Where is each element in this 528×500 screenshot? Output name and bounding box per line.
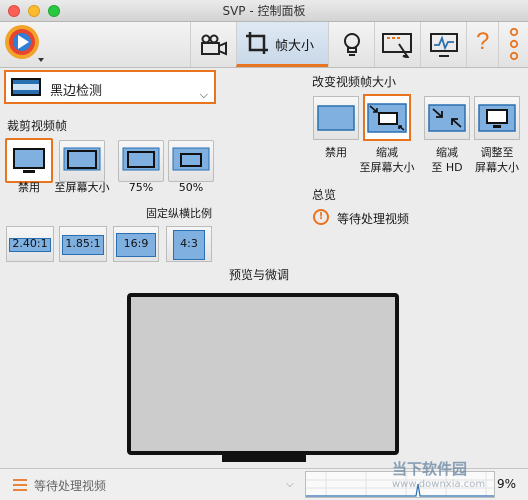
lightbulb-icon xyxy=(343,32,360,56)
resize-option-shrink-screen[interactable] xyxy=(363,94,411,141)
svp-logo-icon[interactable] xyxy=(2,22,48,66)
resize-disabled-icon xyxy=(317,105,355,131)
resize-option-fit-screen[interactable] xyxy=(474,96,520,140)
video-camera-icon xyxy=(200,34,227,56)
watermark-url: www.downxia.com xyxy=(392,479,486,490)
ratio-16-9-label: 16:9 xyxy=(123,237,149,250)
letterbox-icon xyxy=(11,78,41,96)
tab-video[interactable] xyxy=(190,22,236,67)
more-icon xyxy=(509,27,518,60)
status-bar-text: 等待处理视频 xyxy=(34,479,107,493)
help-button[interactable]: ? xyxy=(466,22,498,67)
profile-dropdown[interactable]: 黑边检测 ⌵ xyxy=(4,70,216,104)
crop-50-icon xyxy=(172,147,210,171)
ratio-1-85-label: 1.85:1 xyxy=(65,237,101,250)
preview-title: 预览与微调 xyxy=(229,268,290,282)
close-window-button[interactable] xyxy=(8,5,20,17)
ratio-2-40-label: 2.40:1 xyxy=(12,237,48,250)
profile-dropdown-label: 黑边检测 xyxy=(50,84,103,99)
toolbar: 帧大小 ? xyxy=(0,22,528,68)
crop-icon xyxy=(246,32,268,54)
ratio-1-85[interactable]: 1.85:1 xyxy=(59,226,107,262)
menu-lines-icon[interactable] xyxy=(12,478,28,492)
chevron-down-icon: ⌵ xyxy=(199,88,208,101)
more-button[interactable] xyxy=(498,22,528,67)
crop-section-title: 裁剪视频帧 xyxy=(7,119,68,133)
ratio-2-40[interactable]: 2.40:1 xyxy=(6,226,54,262)
crop-option-75[interactable] xyxy=(118,140,164,182)
fit-screen-caption-line1: 调整至 xyxy=(480,146,514,159)
resize-section-title: 改变视频帧大小 xyxy=(312,75,397,89)
crop-option-50-caption: 50% xyxy=(178,181,204,194)
preview-monitor-stand xyxy=(222,455,306,462)
maximize-window-button[interactable] xyxy=(48,5,60,17)
shrink-to-hd-icon xyxy=(428,104,466,132)
screen-pointer-icon xyxy=(381,32,412,58)
fit-screen-icon xyxy=(478,104,516,132)
cpu-usage-percent: 9% xyxy=(497,477,517,491)
chevron-down-icon[interactable]: ⌵ xyxy=(286,479,294,490)
summary-title: 总览 xyxy=(312,188,337,202)
resize-option-shrink-hd[interactable] xyxy=(424,96,470,140)
monitor-graph-icon xyxy=(429,32,458,57)
crop-option-50[interactable] xyxy=(168,140,214,182)
crop-option-disabled[interactable] xyxy=(5,138,53,183)
ratio-4-3-label: 4:3 xyxy=(180,237,198,250)
tab-frame-size[interactable]: 帧大小 xyxy=(236,22,328,67)
monitor-icon xyxy=(13,147,45,173)
fit-screen-caption-line2: 屏幕大小 xyxy=(475,161,519,174)
summary-status: 等待处理视频 xyxy=(337,212,410,226)
ratio-4-3[interactable]: 4:3 xyxy=(166,226,212,262)
watermark: 当下软件园 www.downxia.com xyxy=(392,458,485,490)
crop-option-to-screen[interactable] xyxy=(59,140,105,182)
resize-option-fit-screen-caption: 调整至 屏幕大小 xyxy=(462,145,528,175)
ratio-16-9[interactable]: 16:9 xyxy=(113,226,159,262)
preview-monitor[interactable] xyxy=(127,293,399,455)
help-icon: ? xyxy=(476,28,490,55)
crop-to-screen-icon xyxy=(63,147,101,171)
fixed-ratio-title: 固定纵横比例 xyxy=(146,207,212,220)
resize-option-disabled[interactable] xyxy=(313,96,359,140)
tab-screen[interactable] xyxy=(374,22,420,67)
tab-tips[interactable] xyxy=(328,22,374,67)
shrink-to-screen-icon xyxy=(367,102,407,133)
tab-frame-size-label: 帧大小 xyxy=(275,39,315,54)
warning-icon: ! xyxy=(313,209,329,225)
title-bar: SVP - 控制面板 xyxy=(0,0,528,22)
tab-monitor[interactable] xyxy=(420,22,466,67)
watermark-title: 当下软件园 xyxy=(392,460,468,478)
minimize-window-button[interactable] xyxy=(28,5,40,17)
window-title: SVP - 控制面板 xyxy=(222,4,306,18)
crop-75-icon xyxy=(122,147,160,171)
